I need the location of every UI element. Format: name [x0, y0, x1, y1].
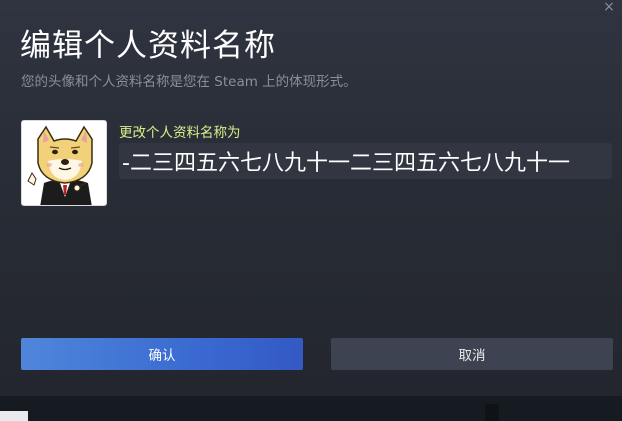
edit-profile-name-dialog: × 编辑个人资料名称 您的头像和个人资料名称是您在 Steam 上的体现形式。 [0, 0, 622, 396]
profile-name-input[interactable] [119, 143, 612, 179]
background-divider [485, 404, 499, 421]
doge-avatar-icon [22, 121, 106, 205]
profile-name-label: 更改个人资料名称为 [119, 125, 241, 141]
background-fragment [0, 411, 28, 421]
background-page-strip [0, 396, 622, 421]
confirm-button[interactable]: 确认 [21, 338, 303, 370]
avatar [21, 120, 107, 206]
dialog-title: 编辑个人资料名称 [20, 28, 276, 64]
cancel-button[interactable]: 取消 [331, 338, 613, 370]
close-icon[interactable]: × [600, 0, 618, 16]
dialog-subtitle: 您的头像和个人资料名称是您在 Steam 上的体现形式。 [21, 74, 357, 90]
